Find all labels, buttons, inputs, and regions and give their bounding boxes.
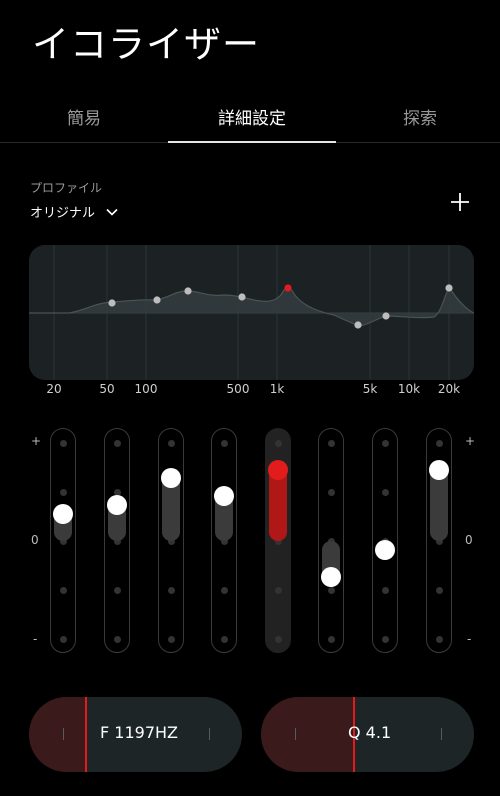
chevron-down-icon [106, 208, 118, 216]
eq-band-slider-5[interactable] [265, 428, 291, 653]
eq-band-slider-1[interactable] [50, 428, 76, 653]
eq-curve-graph [29, 245, 474, 380]
graph-point-5 [284, 284, 292, 292]
tab-bar: 簡易 詳細設定 探索 [0, 96, 500, 142]
scale-minus-right: - [467, 632, 472, 646]
freq-label: 50 [99, 382, 115, 396]
freq-label: 100 [134, 382, 158, 396]
band-step-dot [113, 635, 121, 643]
band-step-dot [327, 635, 335, 643]
freq-label: 10k [397, 382, 421, 396]
tick [63, 728, 64, 740]
band-step-dot [113, 586, 121, 594]
band-step-dot [167, 439, 175, 447]
graph-point-6 [354, 321, 362, 329]
eq-band-slider-6[interactable] [318, 428, 344, 653]
band-knob[interactable] [161, 467, 181, 488]
scale-minus-left: - [33, 632, 38, 646]
tick [209, 728, 210, 740]
active-tab-indicator [168, 141, 336, 143]
band-step-dot [59, 635, 67, 643]
scale-plus-left: + [31, 434, 42, 448]
freq-label: 5k [362, 382, 378, 396]
frequency-control[interactable]: F 1197HZ [29, 697, 242, 772]
tab-explore[interactable]: 探索 [336, 104, 500, 129]
freq-label: 20 [46, 382, 62, 396]
profile-dropdown[interactable]: オリジナル [30, 202, 119, 221]
band-step-dot [274, 635, 282, 643]
freq-label: 1k [269, 382, 285, 396]
band-knob[interactable] [375, 539, 395, 560]
graph-point-4 [238, 293, 246, 301]
band-step-dot [167, 635, 175, 643]
profile-value: オリジナル [30, 206, 96, 221]
freq-label: 500 [226, 382, 250, 396]
tick [441, 728, 442, 740]
band-knob[interactable] [268, 459, 288, 480]
eq-band-slider-2[interactable] [104, 428, 130, 653]
band-step-dot [327, 586, 335, 594]
band-step-dot [435, 586, 443, 594]
band-step-dot [435, 439, 443, 447]
band-step-dot [59, 439, 67, 447]
band-step-dot [113, 439, 121, 447]
scale-plus-right: + [465, 434, 476, 448]
graph-point-3 [184, 287, 192, 295]
tab-advanced[interactable]: 詳細設定 [168, 104, 336, 129]
band-knob[interactable] [429, 459, 449, 480]
graph-point-2 [153, 296, 161, 304]
band-step-dot [381, 635, 389, 643]
frequency-axis: 20 50 100 500 1k 5k 10k 20k [0, 382, 500, 402]
q-value: Q 4.1 [348, 723, 392, 742]
scale-zero-right: 0 [465, 533, 473, 547]
eq-band-slider-8[interactable] [426, 428, 452, 653]
band-step-dot [220, 439, 228, 447]
q-control[interactable]: Q 4.1 [261, 697, 474, 772]
band-step-dot [327, 488, 335, 496]
freq-label: 20k [437, 382, 461, 396]
band-step-dot [381, 439, 389, 447]
band-step-dot [381, 488, 389, 496]
band-step-dot [220, 586, 228, 594]
profile-label: プロファイル [30, 181, 103, 195]
band-step-dot [327, 439, 335, 447]
band-step-dot [59, 488, 67, 496]
tab-simple[interactable]: 簡易 [0, 104, 168, 129]
eq-band-slider-4[interactable] [211, 428, 237, 653]
band-step-dot [167, 586, 175, 594]
graph-point-7 [382, 312, 390, 320]
band-step-dot [274, 439, 282, 447]
frequency-marker [85, 697, 87, 772]
band-step-dot [59, 586, 67, 594]
eq-band-slider-3[interactable] [158, 428, 184, 653]
q-range-fill [261, 697, 353, 772]
graph-point-1 [108, 299, 116, 307]
page-title: イコライザー [32, 23, 260, 66]
graph-point-8 [445, 284, 453, 292]
band-step-dot [220, 635, 228, 643]
plus-icon[interactable] [446, 188, 474, 216]
tick [295, 728, 296, 740]
band-step-dot [381, 586, 389, 594]
band-step-dot [435, 635, 443, 643]
frequency-range-fill [29, 697, 85, 772]
scale-zero-left: 0 [31, 533, 39, 547]
band-knob[interactable] [321, 566, 341, 587]
band-step-dot [274, 586, 282, 594]
frequency-value: F 1197HZ [100, 723, 178, 742]
eq-band-slider-7[interactable] [372, 428, 398, 653]
